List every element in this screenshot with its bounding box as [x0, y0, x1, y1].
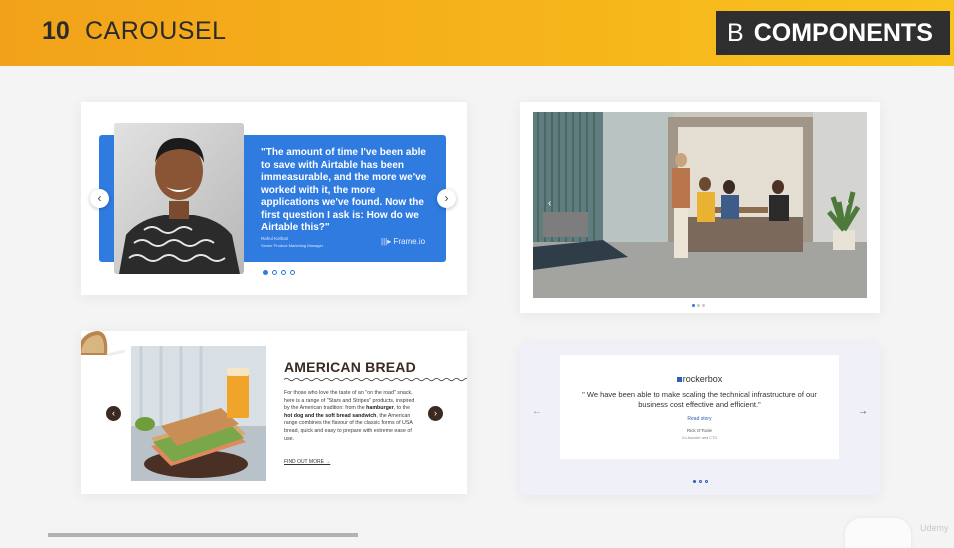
carousel-next-button[interactable]: → — [858, 406, 868, 417]
carousel-prev-button[interactable]: ← — [532, 406, 542, 417]
carousel-dots — [263, 270, 295, 275]
rockerbox-logo-icon — [676, 377, 682, 382]
office-scene-image — [533, 112, 867, 298]
horizontal-scrollbar[interactable] — [48, 533, 358, 537]
carousel-prev-button[interactable]: ‹ — [548, 198, 551, 209]
lecture-title: CAROUSEL — [85, 17, 227, 45]
chevron-right-icon: › — [846, 198, 850, 209]
mascot-icon — [845, 518, 911, 548]
sandwich-image — [131, 346, 266, 481]
carousel-prev-button[interactable]: ‹ — [106, 406, 121, 421]
quote-panel: rockerbox " We have been able to make sc… — [560, 355, 839, 459]
carousel-dot[interactable] — [281, 270, 286, 275]
carousel-dots — [693, 480, 708, 483]
wavy-divider — [284, 377, 467, 382]
carousel-dot[interactable] — [263, 270, 268, 275]
frameio-logo-icon: |||▸ — [381, 237, 394, 246]
product-title: AMERICAN BREAD — [284, 359, 416, 375]
testimonial-author-name: Rahul Kothari — [261, 236, 289, 241]
lecture-number: 10 — [42, 17, 70, 45]
carousel-next-button[interactable]: › — [428, 406, 443, 421]
product-carousel-card: AMERICAN BREAD For those who love the ta… — [81, 331, 467, 494]
chevron-right-icon: › — [434, 408, 437, 418]
chevron-left-icon: ‹ — [112, 408, 115, 418]
testimonial-photo — [114, 123, 244, 274]
company-logo-text: Frame.io — [393, 237, 426, 246]
chevron-right-icon: › — [444, 191, 449, 205]
arrow-left-icon: ← — [532, 406, 542, 417]
find-out-more-link[interactable]: FIND OUT MORE → — [284, 459, 330, 465]
chevron-left-icon: ‹ — [97, 191, 102, 205]
section-letter: B — [727, 19, 744, 47]
carousel-prev-button[interactable]: ‹ — [90, 189, 109, 208]
carousel-dots — [692, 304, 705, 307]
carousel-dot[interactable] — [699, 480, 702, 483]
image-carousel-card: ‹ › — [520, 102, 880, 313]
bread-slice-image — [81, 331, 125, 357]
carousel-dot[interactable] — [692, 304, 695, 307]
carousel-dot[interactable] — [702, 304, 705, 307]
chevron-left-icon: ‹ — [548, 198, 552, 209]
person-portrait-image — [114, 123, 244, 274]
product-description: For those who love the taste of an "on t… — [284, 390, 415, 442]
carousel-dot[interactable] — [290, 270, 295, 275]
testimonial-quote: "The amount of time I've been able to sa… — [261, 147, 427, 233]
company-logo: |||▸ Frame.io — [381, 237, 425, 246]
testimonial-carousel-card: "The amount of time I've been able to sa… — [81, 102, 467, 295]
section-title: COMPONENTS — [753, 19, 933, 47]
customer-quote: " We have been able to make scaling the … — [582, 390, 817, 409]
rockerbox-logo-text: rockerbox — [682, 374, 723, 384]
quote-author-role: Co-founder and CTO — [681, 436, 718, 440]
office-photo — [533, 112, 867, 298]
slide-header: 10 CAROUSEL B COMPONENTS — [0, 0, 954, 66]
sandwich-photo — [131, 346, 266, 481]
section-badge: B COMPONENTS — [716, 11, 950, 55]
watermark: Udemy — [920, 523, 949, 533]
quote-carousel-card: rockerbox " We have been able to make sc… — [520, 344, 880, 495]
carousel-dot[interactable] — [705, 480, 708, 483]
arrow-right-icon: → — [858, 406, 868, 417]
carousel-next-button[interactable]: › — [846, 198, 849, 209]
carousel-dot[interactable] — [693, 480, 696, 483]
rockerbox-logo: rockerbox — [560, 374, 839, 384]
carousel-next-button[interactable]: › — [437, 189, 456, 208]
testimonial-author-role: Senior Product Marketing Manager — [261, 243, 324, 248]
quote-author-name: Rick O'Toole — [686, 428, 713, 433]
carousel-dot[interactable] — [697, 304, 700, 307]
carousel-dot[interactable] — [272, 270, 277, 275]
read-story-link[interactable]: Read story — [560, 416, 839, 422]
